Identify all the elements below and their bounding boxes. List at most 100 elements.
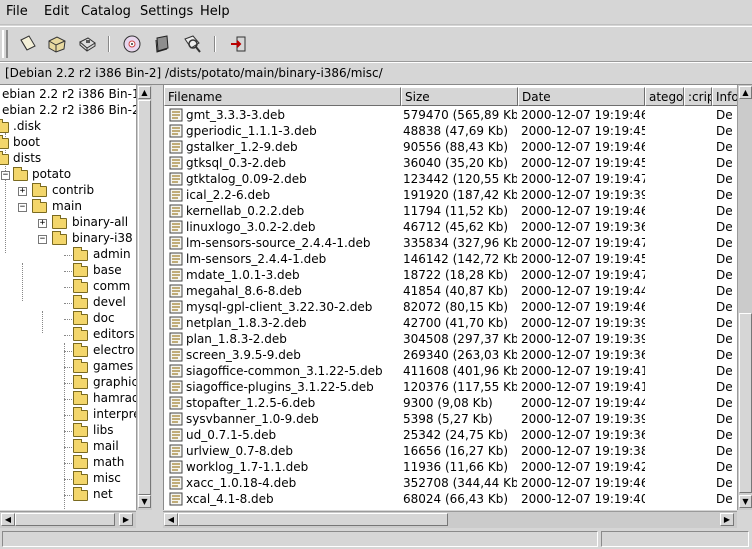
collapse-toggle[interactable]: − xyxy=(38,235,47,244)
tree-item[interactable]: ebian 2.2 r2 i386 Bin-2 xyxy=(2,103,136,119)
file-row[interactable]: gtksql_0.3-2.deb 36040 (35,20 Kb) 2000-12-… xyxy=(164,155,738,171)
file-row[interactable]: mysql-gpl-client_3.22.30-2.deb 82072 (80,… xyxy=(164,299,738,315)
column-filename[interactable]: Filename xyxy=(164,87,401,106)
column-date[interactable]: Date xyxy=(518,87,645,106)
exit-button[interactable] xyxy=(226,32,250,56)
scroll-right-arrow[interactable]: ▶ xyxy=(720,513,734,526)
tree-item-main[interactable]: − main xyxy=(0,199,136,215)
save-catalog-button[interactable] xyxy=(75,32,99,56)
column-category[interactable]: ategor xyxy=(645,87,684,106)
tree-item-potato[interactable]: − potato xyxy=(0,167,136,183)
scroll-thumb[interactable] xyxy=(178,513,448,526)
edit-button[interactable] xyxy=(150,32,174,56)
file-row[interactable]: screen_3.9.5-9.deb 269340 (263,03 Kb) 2000… xyxy=(164,347,738,363)
tree-vertical-scrollbar[interactable]: ▲ ▼ xyxy=(136,85,152,510)
tree-item[interactable]: graphic xyxy=(0,375,136,391)
file-row[interactable]: gtktalog_0.09-2.deb 123442 (120,55 Kb) 200… xyxy=(164,171,738,187)
folder-icon xyxy=(73,375,88,389)
tree-item[interactable]: math xyxy=(0,455,136,471)
collapse-toggle[interactable]: − xyxy=(1,171,10,180)
scroll-down-arrow[interactable]: ▼ xyxy=(138,495,151,508)
cd-button[interactable] xyxy=(120,32,144,56)
file-row[interactable]: plan_1.8.3-2.deb 304508 (297,37 Kb) 2000-1… xyxy=(164,331,738,347)
tree-item[interactable]: games xyxy=(0,359,136,375)
menu-file[interactable]: File xyxy=(6,4,28,19)
scroll-thumb[interactable] xyxy=(15,513,115,526)
collapse-toggle[interactable]: − xyxy=(18,203,27,212)
scroll-thumb[interactable] xyxy=(739,313,752,493)
file-list-horizontal-scrollbar[interactable]: ◀ ▶ xyxy=(163,511,737,528)
file-row[interactable]: sysvbanner_1.0-9.deb 5398 (5,27 Kb) 2000-1… xyxy=(164,411,738,427)
file-row[interactable]: ud_0.7.1-5.deb 25342 (24,75 Kb) 2000-12-07… xyxy=(164,427,738,443)
folder-icon xyxy=(73,327,88,341)
file-name: lm-sensors_2.4.4-1.deb xyxy=(186,252,327,266)
tree-item[interactable]: base xyxy=(0,263,136,279)
open-catalog-button[interactable] xyxy=(45,32,69,56)
file-row[interactable]: gmt_3.3.3-3.deb 579470 (565,89 Kb) 2000-12… xyxy=(164,107,738,123)
file-row[interactable]: siagoffice-plugins_3.1.22-5.deb 120376 (1… xyxy=(164,379,738,395)
menu-edit[interactable]: Edit xyxy=(44,4,69,19)
tree-item-contrib[interactable]: + contrib xyxy=(0,183,136,199)
tree-item[interactable]: editors xyxy=(0,327,136,343)
scroll-thumb[interactable] xyxy=(138,100,151,495)
menu-help[interactable]: Help xyxy=(200,4,230,19)
file-row[interactable]: ical_2.2-6.deb 191920 (187,42 Kb) 2000-12-… xyxy=(164,187,738,203)
file-row[interactable]: worklog_1.7-1.1.deb 11936 (11,66 Kb) 2000-… xyxy=(164,459,738,475)
scroll-up-arrow[interactable]: ▲ xyxy=(138,86,151,99)
tree-item[interactable]: electro xyxy=(0,343,136,359)
find-button[interactable] xyxy=(180,32,204,56)
file-date: 2000-12-07 19:19:39 xyxy=(521,412,645,426)
tree-item[interactable]: admin xyxy=(0,247,136,263)
file-row[interactable]: xacc_1.0.18-4.deb 352708 (344,44 Kb) 2000-… xyxy=(164,475,738,491)
tree-item-binary-all[interactable]: + binary-all xyxy=(0,215,136,231)
file-info: De xyxy=(716,316,733,330)
new-catalog-button[interactable] xyxy=(16,32,40,56)
tree-item[interactable]: interpre xyxy=(0,407,136,423)
tree-item[interactable]: libs xyxy=(0,423,136,439)
tree-item-binary-i386[interactable]: − binary-i38 xyxy=(0,231,136,247)
file-row[interactable]: siagoffice-common_3.1.22-5.deb 411608 (40… xyxy=(164,363,738,379)
scroll-up-arrow[interactable]: ▲ xyxy=(739,86,752,99)
tree-item[interactable]: comm xyxy=(0,279,136,295)
file-row[interactable]: kernellab_0.2.2.deb 11794 (11,52 Kb) 2000-… xyxy=(164,203,738,219)
deb-package-icon xyxy=(169,380,183,394)
file-row[interactable]: netplan_1.8.3-2.deb 42700 (41,70 Kb) 2000-… xyxy=(164,315,738,331)
tree-item[interactable]: mail xyxy=(0,439,136,455)
file-row[interactable]: xcal_4.1-8.deb 68024 (66,43 Kb) 2000-12-07… xyxy=(164,491,738,507)
scroll-left-arrow[interactable]: ◀ xyxy=(164,513,178,526)
tree-horizontal-scrollbar[interactable]: ◀ ▶ xyxy=(0,511,136,528)
tree-item[interactable]: net xyxy=(0,487,136,503)
tree-item[interactable]: ebian 2.2 r2 i386 Bin-1 xyxy=(2,87,136,103)
file-size: 82072 (80,15 Kb) xyxy=(403,300,509,314)
scroll-down-arrow[interactable]: ▼ xyxy=(739,495,752,508)
file-row[interactable]: lm-sensors_2.4.4-1.deb 146142 (142,72 Kb)… xyxy=(164,251,738,267)
menu-catalog[interactable]: Catalog xyxy=(81,4,131,19)
tree-item[interactable]: dists xyxy=(0,151,136,167)
file-row[interactable]: linuxlogo_3.0.2-2.deb 46712 (45,62 Kb) 200… xyxy=(164,219,738,235)
expand-toggle[interactable]: + xyxy=(18,187,27,196)
scroll-right-arrow[interactable]: ▶ xyxy=(119,513,133,526)
tree-item[interactable]: misc xyxy=(0,471,136,487)
file-row[interactable]: urlview_0.7-8.deb 16656 (16,27 Kb) 2000-12… xyxy=(164,443,738,459)
file-list-vertical-scrollbar[interactable]: ▲ ▼ xyxy=(737,85,752,510)
scroll-left-arrow[interactable]: ◀ xyxy=(1,513,15,526)
tree-item[interactable]: hamrad xyxy=(0,391,136,407)
column-size[interactable]: Size xyxy=(401,87,518,106)
tree-item[interactable]: .disk xyxy=(0,119,136,135)
tree-item[interactable]: boot xyxy=(0,135,136,151)
file-row[interactable]: gstalker_1.2-9.deb 90556 (88,43 Kb) 2000-1… xyxy=(164,139,738,155)
menu-settings[interactable]: Settings xyxy=(140,4,193,19)
toolbar-grip[interactable] xyxy=(2,30,8,58)
file-row[interactable]: mdate_1.0.1-3.deb 18722 (18,28 Kb) 2000-12… xyxy=(164,267,738,283)
tree-item[interactable]: devel xyxy=(0,295,136,311)
file-row[interactable]: lm-sensors-source_2.4.4-1.deb 335834 (327… xyxy=(164,235,738,251)
expand-toggle[interactable]: + xyxy=(38,219,47,228)
file-row[interactable]: gperiodic_1.1.1-3.deb 48838 (47,69 Kb) 200… xyxy=(164,123,738,139)
column-description[interactable]: :crip xyxy=(684,87,712,106)
file-row[interactable]: stopafter_1.2.5-6.deb 9300 (9,08 Kb) 2000-… xyxy=(164,395,738,411)
file-row[interactable]: megahal_8.6-8.deb 41854 (40,87 Kb) 2000-12… xyxy=(164,283,738,299)
deb-package-icon xyxy=(169,188,183,202)
file-date: 2000-12-07 19:19:47 xyxy=(521,268,645,282)
column-info[interactable]: Info xyxy=(712,87,738,106)
tree-item[interactable]: doc xyxy=(0,311,136,327)
